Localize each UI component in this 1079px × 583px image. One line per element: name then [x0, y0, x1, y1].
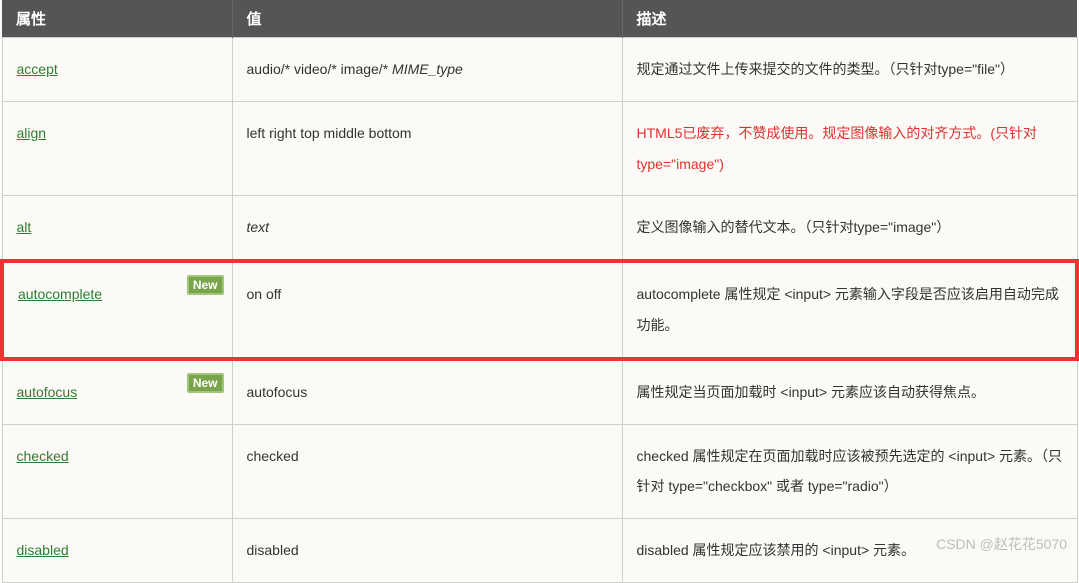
value-text: on off	[247, 286, 282, 302]
table-header: 属性 值 描述	[2, 0, 1077, 38]
desc-cell: 定义图像输入的替代文本。（只针对type="image"）	[622, 196, 1077, 261]
desc-cell: autocomplete 属性规定 <input> 元素输入字段是否应该启用自动…	[622, 261, 1077, 359]
table-row: disabled disabled disabled 属性规定应该禁用的 <inpu…	[2, 519, 1077, 583]
table-row: accept audio/* video/* image/* MIME_type 规…	[2, 38, 1077, 102]
value-text: disabled	[247, 542, 299, 558]
value-cell: autofocus	[232, 359, 622, 424]
attr-cell: disabled	[2, 519, 232, 583]
value-text: audio/* video/* image/*	[247, 61, 393, 77]
attr-cell: align	[2, 101, 232, 196]
attr-link-autocomplete[interactable]: autocomplete	[18, 286, 102, 302]
desc-cell: 属性规定当页面加载时 <input> 元素应该自动获得焦点。	[622, 359, 1077, 424]
desc-cell: disabled 属性规定应该禁用的 <input> 元素。	[622, 519, 1077, 583]
attributes-table: 属性 值 描述 accept audio/* video/* image/* MI…	[0, 0, 1079, 583]
attr-cell: alt	[2, 196, 232, 261]
attr-link-autofocus[interactable]: autofocus	[17, 384, 78, 400]
attr-link-disabled[interactable]: disabled	[17, 542, 69, 558]
header-attr: 属性	[2, 0, 232, 38]
new-badge-icon: New	[187, 275, 224, 295]
table-row: align left right top middle bottom HTML5已废…	[2, 101, 1077, 196]
value-text-italic: text	[247, 219, 270, 235]
attr-cell: accept	[2, 38, 232, 102]
value-text: checked	[247, 448, 299, 464]
value-cell: left right top middle bottom	[232, 101, 622, 196]
desc-cell: 规定通过文件上传来提交的文件的类型。（只针对type="file"）	[622, 38, 1077, 102]
value-cell: checked	[232, 424, 622, 519]
desc-cell: checked 属性规定在页面加载时应该被预先选定的 <input> 元素。（只…	[622, 424, 1077, 519]
value-cell: on off	[232, 261, 622, 359]
new-badge-icon: New	[187, 373, 224, 393]
desc-text: HTML5已废弃，不赞成使用。规定图像输入的对齐方式。(只针对type="ima…	[637, 125, 1038, 172]
value-text-italic: MIME_type	[392, 61, 463, 77]
table-row: checked checked checked 属性规定在页面加载时应该被预先选定的…	[2, 424, 1077, 519]
desc-cell: HTML5已废弃，不赞成使用。规定图像输入的对齐方式。(只针对type="ima…	[622, 101, 1077, 196]
value-cell: audio/* video/* image/* MIME_type	[232, 38, 622, 102]
value-cell: text	[232, 196, 622, 261]
attr-link-accept[interactable]: accept	[17, 61, 58, 77]
table-row: alt text 定义图像输入的替代文本。（只针对type="image"）	[2, 196, 1077, 261]
value-text: left right top middle bottom	[247, 125, 412, 141]
desc-text: 定义图像输入的替代文本。（只针对type="image"）	[637, 219, 951, 235]
desc-text: autocomplete 属性规定 <input> 元素输入字段是否应该启用自动…	[637, 286, 1059, 333]
value-text: autofocus	[247, 384, 308, 400]
attr-cell: autofocus New	[2, 359, 232, 424]
header-desc: 描述	[622, 0, 1077, 38]
table-row: autocomplete New on off autocomplete 属性规定 <…	[2, 261, 1077, 359]
desc-text: 规定通过文件上传来提交的文件的类型。（只针对type="file"）	[637, 61, 1014, 77]
header-value: 值	[232, 0, 622, 38]
attr-cell: checked	[2, 424, 232, 519]
attr-link-checked[interactable]: checked	[17, 448, 69, 464]
value-cell: disabled	[232, 519, 622, 583]
desc-text: disabled 属性规定应该禁用的 <input> 元素。	[637, 542, 916, 558]
attr-link-alt[interactable]: alt	[17, 219, 32, 235]
desc-text: 属性规定当页面加载时 <input> 元素应该自动获得焦点。	[637, 384, 986, 400]
attr-cell: autocomplete New	[2, 261, 232, 359]
table-row: autofocus New autofocus 属性规定当页面加载时 <input> …	[2, 359, 1077, 424]
desc-text: checked 属性规定在页面加载时应该被预先选定的 <input> 元素。（只…	[637, 448, 1063, 495]
attr-link-align[interactable]: align	[17, 125, 47, 141]
